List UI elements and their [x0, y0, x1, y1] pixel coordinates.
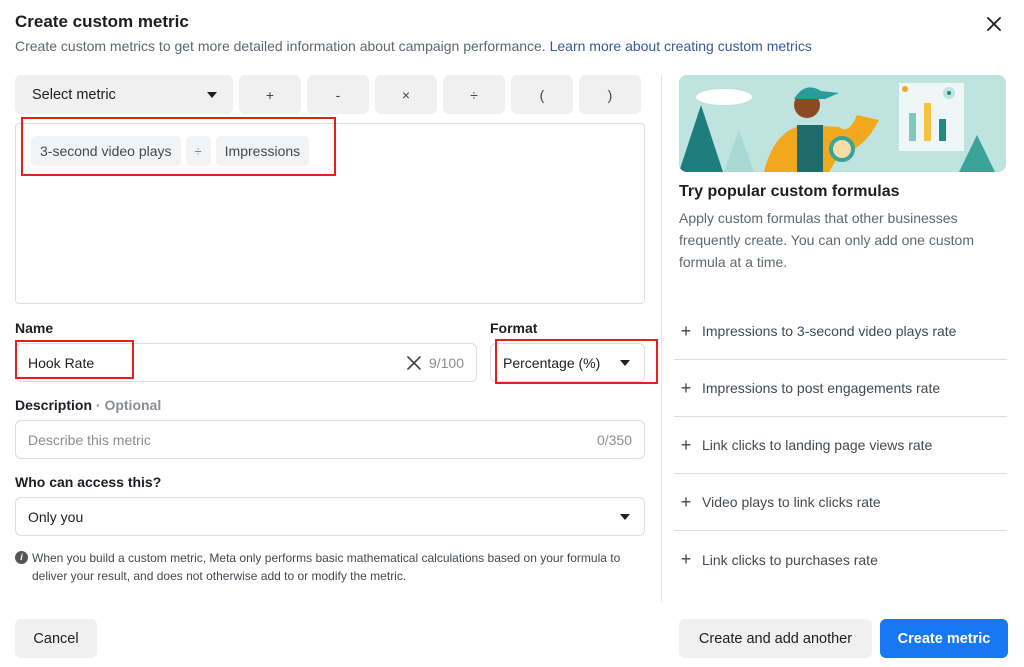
operator-multiply-button[interactable]: × — [375, 75, 437, 114]
clear-input-icon[interactable] — [407, 355, 421, 370]
formula-item-label: Link clicks to purchases rate — [702, 551, 878, 568]
name-counter: 9/100 — [428, 354, 464, 371]
vertical-divider — [661, 75, 662, 602]
name-field-group: Name Hook Rate 9/100 — [15, 320, 477, 382]
plus-icon: + — [680, 491, 692, 512]
learn-more-link[interactable]: Learn more about creating custom metrics — [550, 38, 812, 54]
dialog-title: Create custom metric — [15, 12, 189, 31]
info-icon: i — [15, 551, 28, 564]
description-label: Description · Optional — [15, 397, 645, 413]
formula-list-item[interactable]: + Impressions to 3-second video plays ra… — [674, 303, 1007, 360]
access-field-group: Who can access this? Only you — [15, 474, 645, 536]
select-metric-label: Select metric — [32, 86, 116, 103]
formula-chip-metric[interactable]: Impressions — [215, 136, 310, 166]
operator-plus-button[interactable]: + — [239, 75, 301, 114]
operator-divide-button[interactable]: ÷ — [443, 75, 505, 114]
popular-formulas-heading: Try popular custom formulas — [679, 183, 900, 200]
format-dropdown[interactable]: Percentage (%) — [490, 343, 645, 382]
dialog-subtitle: Create custom metrics to get more detail… — [15, 38, 1009, 54]
format-value: Percentage (%) — [503, 354, 601, 371]
close-paren-button[interactable]: ) — [579, 75, 641, 114]
popular-formulas-panel: Try popular custom formulas Apply custom… — [674, 75, 1007, 569]
caret-down-icon — [620, 513, 630, 520]
name-input-trailing: 9/100 — [407, 355, 464, 371]
name-input-value: Hook Rate — [28, 354, 95, 371]
formula-list-item[interactable]: + Impressions to post engagements rate — [674, 360, 1007, 417]
formula-list-item[interactable]: + Link clicks to purchases rate — [674, 531, 1007, 588]
access-value: Only you — [28, 508, 84, 525]
subtitle-text: Create custom metrics to get more detail… — [15, 38, 546, 54]
caret-down-icon — [620, 359, 630, 366]
description-field-group: Description · Optional Describe this met… — [15, 397, 645, 459]
formula-item-label: Impressions to 3-second video plays rate — [702, 323, 957, 339]
close-button[interactable] — [984, 14, 1004, 34]
formula-chips: 3-second video plays ÷ Impressions — [31, 136, 310, 166]
illustration-banner — [679, 75, 1006, 172]
access-dropdown[interactable]: Only you — [15, 497, 645, 536]
popular-formulas-list: + Impressions to 3-second video plays ra… — [674, 303, 1007, 588]
formula-list-item[interactable]: + Video plays to link clicks rate — [674, 474, 1007, 531]
info-note-text: When you build a custom metric, Meta onl… — [32, 551, 621, 583]
format-field-group: Format Percentage (%) — [490, 320, 658, 384]
caret-down-icon — [207, 91, 217, 98]
optional-label: · Optional — [95, 397, 162, 413]
description-input[interactable]: Describe this metric 0/350 — [15, 420, 645, 459]
formula-item-label: Video plays to link clicks rate — [702, 494, 881, 510]
close-icon — [987, 17, 1001, 31]
create-and-add-another-button[interactable]: Create and add another — [679, 619, 872, 658]
formula-chip-operator[interactable]: ÷ — [185, 136, 211, 166]
select-metric-dropdown[interactable]: Select metric — [15, 75, 233, 114]
formula-list-item[interactable]: + Link clicks to landing page views rate — [674, 417, 1007, 474]
description-placeholder: Describe this metric — [28, 431, 151, 448]
formula-chip-metric[interactable]: 3-second video plays — [31, 136, 181, 166]
plus-icon: + — [680, 549, 692, 569]
format-label: Format — [490, 320, 538, 336]
analyst-illustration — [679, 75, 1006, 172]
plus-icon: + — [680, 377, 692, 398]
info-note: i When you build a custom metric, Meta o… — [15, 549, 645, 585]
plus-icon: + — [680, 434, 692, 455]
access-label: Who can access this? — [15, 474, 162, 490]
formula-item-label: Impressions to post engagements rate — [702, 380, 941, 396]
operator-minus-button[interactable]: - — [307, 75, 369, 114]
name-label: Name — [15, 320, 54, 336]
create-metric-button[interactable]: Create metric — [880, 619, 1008, 658]
formula-toolbar: Select metric + - × ÷ ( ) — [15, 75, 645, 114]
formula-editor[interactable]: 3-second video plays ÷ Impressions — [15, 117, 645, 304]
cancel-button[interactable]: Cancel — [15, 619, 97, 658]
formula-item-label: Link clicks to landing page views rate — [702, 437, 933, 453]
open-paren-button[interactable]: ( — [511, 75, 573, 114]
plus-icon: + — [680, 320, 692, 341]
popular-formulas-description: Apply custom formulas that other busines… — [679, 210, 974, 270]
dialog-header: Create custom metric Create custom metri… — [15, 12, 1009, 54]
description-label-text: Description — [15, 397, 93, 413]
formula-builder: Select metric + - × ÷ ( ) 3-second video… — [15, 75, 658, 583]
name-input[interactable]: Hook Rate 9/100 — [15, 343, 477, 382]
description-counter: 0/350 — [596, 431, 632, 448]
